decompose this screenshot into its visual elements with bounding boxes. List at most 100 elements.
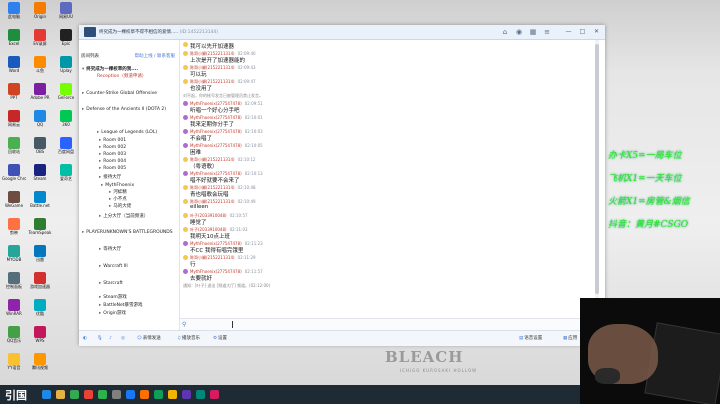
desktop-icon[interactable]: QQ音乐 [2, 326, 26, 350]
app-icon[interactable] [140, 390, 149, 399]
avatar-icon[interactable]: ◐ [83, 334, 88, 343]
close-button[interactable]: ✕ [591, 27, 602, 37]
app2-icon[interactable] [154, 390, 163, 399]
search-icon[interactable]: ⚲ [182, 321, 186, 328]
user-avatar-icon[interactable] [183, 42, 188, 47]
desktop-icon[interactable]: PPT [2, 83, 26, 107]
wechat2-icon[interactable] [98, 390, 107, 399]
voice-settings-button[interactable]: ▤语音设置 [519, 334, 542, 343]
desktop-icon[interactable]: 游戏加速器 [28, 272, 52, 296]
play-music-button[interactable]: ♫播放音乐 [177, 334, 200, 343]
user-avatar-icon[interactable] [183, 213, 188, 218]
desktop-icon[interactable]: WinRAR [2, 299, 26, 323]
maximize-button[interactable]: □ [577, 27, 588, 37]
desktop-icon[interactable]: 爱奇艺 [54, 164, 78, 188]
desktop-icon[interactable]: 优酷 [28, 299, 52, 323]
channel-item[interactable]: ▸ Counter-Strike Global Offensive [82, 90, 176, 97]
user-avatar-icon[interactable] [183, 51, 188, 56]
user-avatar-icon[interactable] [183, 157, 188, 162]
desktop-icon[interactable]: Uplay [54, 56, 78, 80]
mic-icon[interactable]: 🎙 [97, 334, 104, 343]
wechat-icon[interactable] [70, 390, 79, 399]
channel-item[interactable]: ▸ Room 001 [99, 137, 193, 144]
user-avatar-icon[interactable] [183, 227, 188, 232]
channel-item[interactable]: ▸ League of Legends (LOL) [97, 129, 191, 136]
channel-item[interactable]: ▸ 等待大厅 [99, 246, 193, 253]
steam-icon[interactable] [196, 390, 205, 399]
user-avatar-icon[interactable] [183, 171, 188, 176]
folder-icon[interactable] [56, 390, 65, 399]
user-avatar-icon[interactable] [183, 129, 188, 134]
desktop-icon[interactable]: 迅雷 [28, 245, 52, 269]
user-avatar-icon[interactable] [183, 199, 188, 204]
channel-item[interactable]: ▸ Starcraft [99, 280, 193, 287]
yy-icon[interactable] [168, 390, 177, 399]
start-button[interactable]: 引国 [5, 387, 27, 403]
channel-item[interactable]: ▸ Warcraft III [99, 263, 193, 270]
desktop-icon[interactable]: WeGame [2, 191, 26, 215]
desktop-icon[interactable]: Word [2, 56, 26, 80]
reception-item[interactable]: Reception（频道申请） [97, 73, 191, 80]
message-scrollbar[interactable] [595, 40, 599, 318]
desktop-icon[interactable]: EV录屏 [28, 29, 52, 53]
channel-item[interactable]: ▸ Defense of the Ancients II (DOTA 2) [82, 106, 176, 113]
channel-item[interactable]: ▸ BattleNet暴雪游戏 [99, 302, 193, 309]
channel-item[interactable]: ▸ 上分大厅（当前频道） [99, 213, 193, 220]
desktop-icon[interactable]: 回收站 [2, 137, 26, 161]
desktop-icon[interactable]: 腾讯视频 [28, 353, 52, 377]
desktop-icon[interactable]: Google Chrome [2, 164, 26, 188]
desktop-icon[interactable]: 斗鱼 [28, 56, 52, 80]
desktop-icon[interactable]: GeForce [54, 83, 78, 107]
channel-item[interactable]: ▸ Room 002 [99, 144, 193, 151]
user-avatar-icon[interactable] [183, 255, 188, 260]
gamepad-icon[interactable]: ▦ [527, 26, 539, 38]
desktop-icon[interactable]: Adobe PR [28, 83, 52, 107]
chrome-icon[interactable] [84, 390, 93, 399]
desktop-icon[interactable]: 此电脑 [2, 2, 26, 26]
obs-icon[interactable] [182, 390, 191, 399]
desktop-icon[interactable]: 网易云 [2, 110, 26, 134]
desktop-icon[interactable]: QQ [28, 110, 52, 134]
edge-icon[interactable] [42, 390, 51, 399]
minimize-button[interactable]: — [563, 27, 574, 37]
channel-item[interactable]: ▸ Room 003 [99, 151, 193, 158]
apps-button[interactable]: ▦应用 [563, 334, 577, 343]
desktop-icon[interactable]: Excel [2, 29, 26, 53]
desktop-icon[interactable]: Steam [28, 164, 52, 188]
help-link[interactable]: 帮助上线 / 联系客服 [135, 53, 175, 59]
settings-button[interactable]: ⚙设置 [213, 334, 227, 343]
speaker-icon[interactable]: ♪ [109, 334, 113, 343]
channel-item[interactable]: ▸ PLAYERUNKNOWN'S BATTLEGROUNDS [82, 229, 176, 236]
desktop-icon[interactable]: 网易UU [54, 2, 78, 26]
desktop-icon[interactable]: 剪映 [2, 218, 26, 242]
menu-icon[interactable]: ≡ [541, 26, 553, 38]
channel-item[interactable]: ▸ Room 004 [99, 158, 193, 165]
sender-name[interactable]: 陈哥小舅(2152211314) [190, 255, 235, 260]
game-icon[interactable]: ◉ [513, 26, 525, 38]
room-name[interactable]: ▾ 终究成为一棵校草的我.... [82, 66, 176, 73]
desktop-icon[interactable]: OBS [28, 137, 52, 161]
user-avatar-icon[interactable] [183, 79, 188, 84]
desktop-icon[interactable]: 360 [54, 110, 78, 134]
user-avatar-icon[interactable] [183, 101, 188, 106]
channel-item[interactable]: ▸ Origin游戏 [99, 310, 193, 317]
user-avatar-icon[interactable] [183, 115, 188, 120]
desktop-icon[interactable]: YY语音 [2, 353, 26, 377]
desktop-icon[interactable]: Origin [28, 2, 52, 26]
explorer-icon[interactable] [112, 390, 121, 399]
channel-item[interactable]: ▸ Steam游戏 [99, 294, 193, 301]
music-icon[interactable] [210, 390, 219, 399]
room-list-tab[interactable]: 房间列表 [81, 54, 99, 59]
desktop-icon[interactable]: 百度网盘 [54, 137, 78, 161]
title-bar[interactable]: 终究成为一棵校草不得不相信的爱情..... (ID:1452213144) ⌂ … [79, 25, 605, 40]
home-icon[interactable]: ⌂ [499, 26, 511, 38]
qq-icon[interactable] [126, 390, 135, 399]
desktop-icon[interactable]: Epic [54, 29, 78, 53]
emoji-send-button[interactable]: ☺表情发送 [137, 334, 161, 343]
desktop-icon[interactable]: WPS [28, 326, 52, 350]
user-avatar-icon[interactable] [183, 241, 188, 246]
desktop-icon[interactable]: 控制面板 [2, 272, 26, 296]
user-avatar-icon[interactable] [183, 269, 188, 274]
desktop-icon[interactable]: MYODB [2, 245, 26, 269]
desktop-icon[interactable]: Battle.net [28, 191, 52, 215]
